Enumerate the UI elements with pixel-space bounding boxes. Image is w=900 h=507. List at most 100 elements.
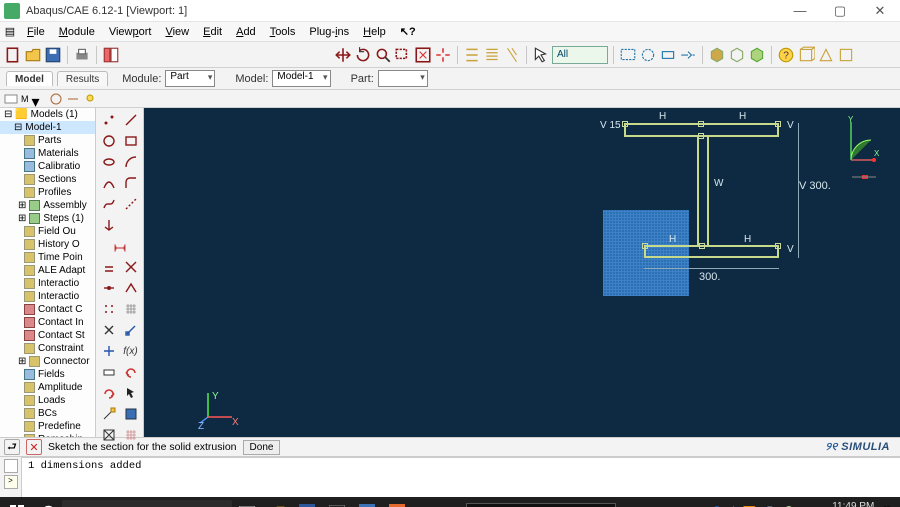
ellipse-tool-icon[interactable] bbox=[98, 152, 119, 172]
mdi-control-icon[interactable]: ▤ bbox=[4, 26, 16, 38]
tree-item[interactable]: ⊞Connector bbox=[0, 355, 95, 368]
menu-viewport[interactable]: Viewport bbox=[102, 24, 159, 40]
fit-icon[interactable] bbox=[414, 46, 432, 64]
tree-item[interactable]: Time Poin bbox=[0, 251, 95, 264]
new-icon[interactable] bbox=[4, 46, 22, 64]
poly-select-icon[interactable] bbox=[659, 46, 677, 64]
select-tool-icon[interactable] bbox=[120, 383, 141, 403]
tree-item[interactable]: Constraint bbox=[0, 342, 95, 355]
taskbar-search[interactable]: Type here to search bbox=[62, 500, 232, 507]
tree-item[interactable]: Contact C bbox=[0, 303, 95, 316]
persp2-icon[interactable] bbox=[817, 46, 835, 64]
cli-icon[interactable]: > bbox=[4, 475, 18, 489]
view-compass[interactable]: Y X bbox=[822, 116, 880, 174]
model-tree[interactable]: ⊟ 🟨 Models (1) ⊟ Model-1 Parts Materials… bbox=[0, 108, 96, 437]
menu-add[interactable]: Add bbox=[229, 24, 263, 40]
word-icon[interactable]: W bbox=[292, 497, 322, 507]
render-hidden-icon[interactable] bbox=[748, 46, 766, 64]
delete-tool-icon[interactable] bbox=[98, 320, 119, 340]
viewport[interactable]: V 15 H H V W H H V V 300. 300. Y X bbox=[144, 108, 900, 437]
tree-item[interactable]: Contact St bbox=[0, 329, 95, 342]
tab-results[interactable]: Results bbox=[57, 71, 108, 86]
cmd-icon[interactable]: >_ bbox=[322, 497, 352, 507]
edit-dim-tool-icon[interactable] bbox=[98, 362, 119, 382]
trim-tool-icon[interactable] bbox=[120, 257, 141, 277]
autotrim-tool-icon[interactable] bbox=[98, 278, 119, 298]
menu-plugins[interactable]: Plug-ins bbox=[302, 24, 356, 40]
tree-item[interactable]: Field Ou bbox=[0, 225, 95, 238]
auto-fit-icon[interactable] bbox=[434, 46, 452, 64]
close-button[interactable]: ✕ bbox=[860, 0, 900, 22]
tree-item[interactable]: Parts bbox=[0, 134, 95, 147]
cortana-icon[interactable] bbox=[34, 497, 62, 507]
tree-bulb-icon[interactable] bbox=[83, 92, 97, 106]
redo-tool-icon[interactable] bbox=[98, 383, 119, 403]
tree-item[interactable]: Sections bbox=[0, 173, 95, 186]
rect-select-icon[interactable] bbox=[619, 46, 637, 64]
tab-model[interactable]: Model bbox=[6, 71, 53, 86]
menu-view[interactable]: View bbox=[158, 24, 196, 40]
line-tool-icon[interactable] bbox=[120, 110, 141, 130]
project-tool-icon[interactable] bbox=[98, 215, 119, 235]
menu-help[interactable]: Help bbox=[356, 24, 393, 40]
zoom-icon[interactable] bbox=[374, 46, 392, 64]
tree-root[interactable]: ⊟ 🟨 Models (1) bbox=[0, 108, 95, 121]
maximize-button[interactable]: ▢ bbox=[820, 0, 860, 22]
tree-model-icon[interactable] bbox=[4, 92, 18, 106]
tree-item[interactable]: Interactio bbox=[0, 277, 95, 290]
sketch-opts-icon[interactable] bbox=[98, 404, 119, 424]
tree-item[interactable]: ⊞Assembly bbox=[0, 199, 95, 212]
info-icon[interactable]: ? bbox=[777, 46, 795, 64]
tree-item[interactable]: Calibratio bbox=[0, 160, 95, 173]
menu-hint[interactable]: ↖? bbox=[393, 23, 423, 40]
prompt-done-button[interactable]: Done bbox=[243, 440, 281, 455]
menu-module[interactable]: Module bbox=[52, 24, 102, 40]
prompt-cancel-button[interactable]: ✕ bbox=[26, 439, 42, 455]
construction-tool-icon[interactable] bbox=[120, 194, 141, 214]
module-combo[interactable]: Part bbox=[165, 70, 215, 87]
tree-item[interactable]: Amplitude bbox=[0, 381, 95, 394]
tree-a-icon[interactable] bbox=[49, 92, 63, 106]
address-input[interactable] bbox=[466, 503, 616, 507]
move-tool-icon[interactable] bbox=[120, 278, 141, 298]
prompt-back-button[interactable]: ⮐ bbox=[4, 439, 20, 455]
selection-filter-input[interactable] bbox=[552, 46, 608, 64]
menu-file[interactable]: File bbox=[20, 24, 52, 40]
tree-item[interactable]: Interactio bbox=[0, 290, 95, 303]
persp3-icon[interactable] bbox=[837, 46, 855, 64]
pattern-tool-icon[interactable] bbox=[98, 299, 119, 319]
arc3p-tool-icon[interactable] bbox=[98, 173, 119, 193]
tree-item[interactable]: Predefine bbox=[0, 420, 95, 433]
menu-tools[interactable]: Tools bbox=[263, 24, 303, 40]
undo-tool-icon[interactable] bbox=[120, 362, 141, 382]
autoconstraint-tool-icon[interactable] bbox=[98, 341, 119, 361]
rotate-icon[interactable] bbox=[354, 46, 372, 64]
pan-icon[interactable] bbox=[334, 46, 352, 64]
render-shaded-icon[interactable] bbox=[708, 46, 726, 64]
fillet-tool-icon[interactable] bbox=[120, 173, 141, 193]
tree-model[interactable]: ⊟ Model-1 bbox=[0, 121, 95, 134]
zoom-box-icon[interactable] bbox=[394, 46, 412, 64]
spline-tool-icon[interactable] bbox=[98, 194, 119, 214]
explorer-icon[interactable] bbox=[262, 497, 292, 507]
minimize-button[interactable]: — bbox=[780, 0, 820, 22]
tree-item[interactable]: Profiles bbox=[0, 186, 95, 199]
menu-edit[interactable]: Edit bbox=[196, 24, 229, 40]
tree-item[interactable]: Loads bbox=[0, 394, 95, 407]
print-icon[interactable] bbox=[73, 46, 91, 64]
model-combo[interactable]: Model-1 bbox=[272, 70, 330, 87]
msg-icon[interactable] bbox=[4, 459, 18, 473]
circle-select-icon[interactable] bbox=[639, 46, 657, 64]
replace-select-icon[interactable] bbox=[679, 46, 697, 64]
tree-item[interactable]: ALE Adapt bbox=[0, 264, 95, 277]
task-view-icon[interactable] bbox=[232, 497, 262, 507]
toggle-tree-icon[interactable] bbox=[102, 46, 120, 64]
grid-tool-icon[interactable] bbox=[120, 299, 141, 319]
tree-item[interactable]: Contact In bbox=[0, 316, 95, 329]
parameter-tool-icon[interactable]: f(x) bbox=[120, 341, 141, 361]
save-icon[interactable] bbox=[44, 46, 62, 64]
tree-item[interactable]: History O bbox=[0, 238, 95, 251]
select-arrow-icon[interactable] bbox=[532, 46, 550, 64]
offset-tool-icon[interactable] bbox=[98, 257, 119, 277]
part-combo[interactable] bbox=[378, 70, 428, 87]
